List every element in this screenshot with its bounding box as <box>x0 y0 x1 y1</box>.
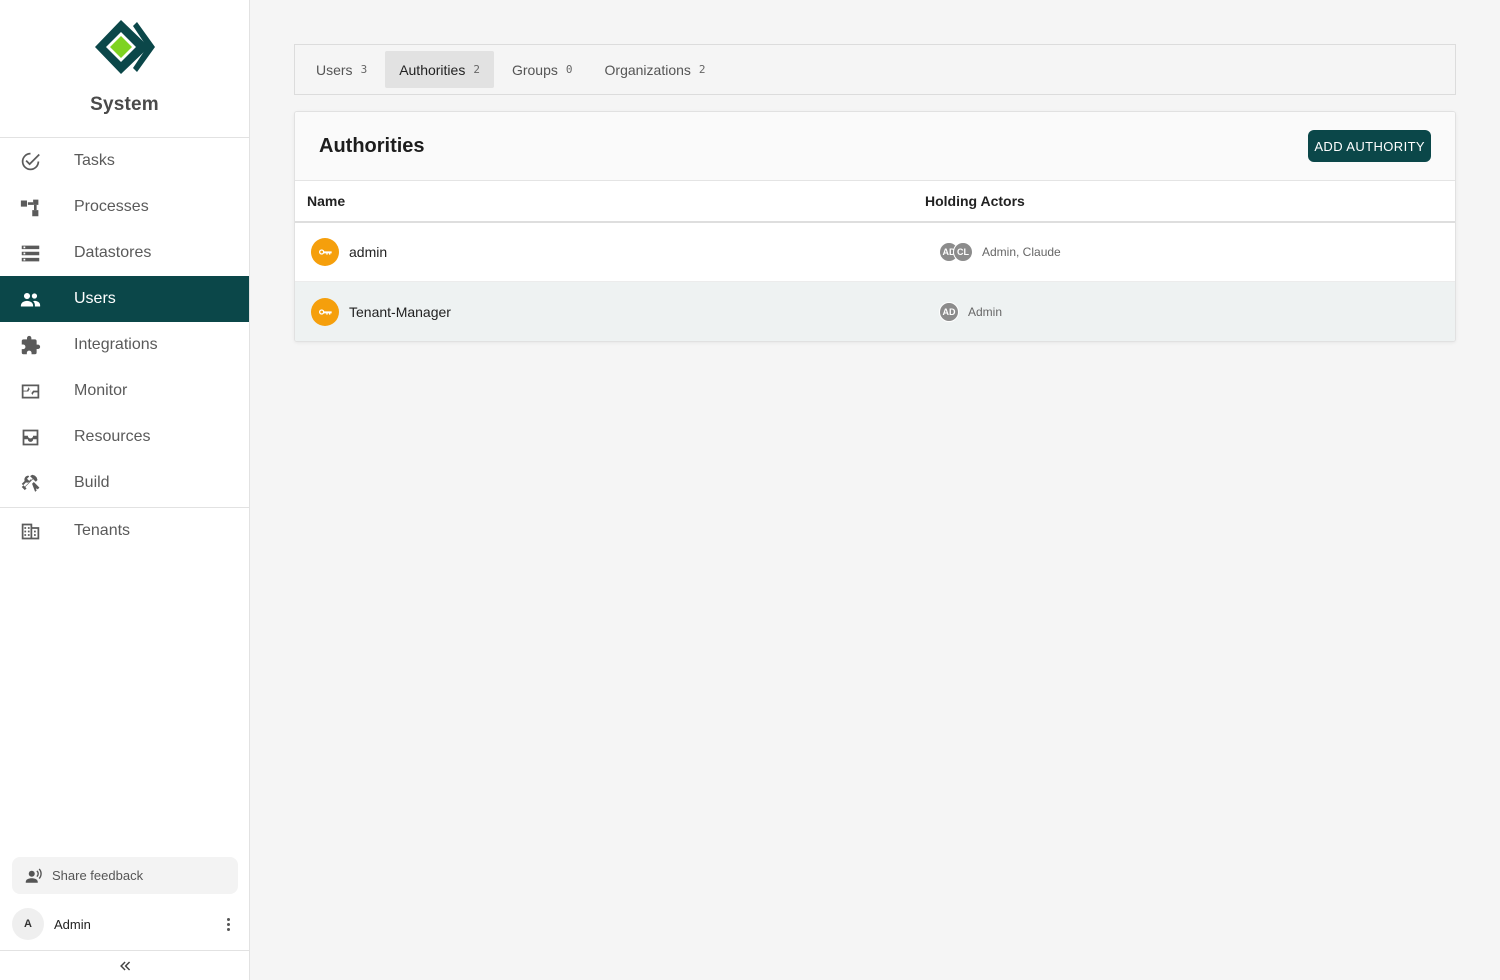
process-flow-icon <box>0 197 74 218</box>
app-title: System <box>90 94 159 115</box>
table-header: Name Holding Actors <box>295 181 1455 223</box>
avatar: AD <box>939 301 959 322</box>
tab-label: Organizations <box>604 61 691 78</box>
authority-name: Tenant-Manager <box>349 303 451 320</box>
tab-authorities[interactable]: Authorities 2 <box>385 51 494 88</box>
tab-label: Groups <box>511 61 558 78</box>
sidebar: System Tasks Processes Datastores Users <box>0 0 250 980</box>
tab-users[interactable]: Users 3 <box>302 51 381 88</box>
holding-actors-text: Admin, Claude <box>982 245 1061 259</box>
tab-organizations[interactable]: Organizations 2 <box>591 51 720 88</box>
sidebar-item-label: Processes <box>74 198 149 215</box>
tab-bar: Users 3 Authorities 2 Groups 0 Organizat… <box>294 44 1456 95</box>
tools-icon <box>0 473 74 494</box>
share-feedback-button[interactable]: Share feedback <box>12 857 238 894</box>
sidebar-item-label: Build <box>74 474 110 491</box>
tab-count: 3 <box>360 63 368 76</box>
sidebar-nav-secondary: Tenants <box>0 508 249 554</box>
users-icon <box>0 289 74 310</box>
table-row[interactable]: Tenant-Manager AD Admin <box>295 282 1455 341</box>
sidebar-item-label: Datastores <box>74 244 152 261</box>
sidebar-item-label: Tasks <box>74 152 115 169</box>
feedback-voice-icon <box>25 868 42 883</box>
table-row[interactable]: admin AD CL Admin, Claude <box>295 223 1455 282</box>
sidebar-item-tasks[interactable]: Tasks <box>0 138 249 184</box>
puzzle-icon <box>0 335 74 356</box>
column-header-holding-actors[interactable]: Holding Actors <box>925 193 1455 209</box>
sidebar-item-label: Resources <box>74 428 151 445</box>
brand: System <box>0 0 249 138</box>
monitor-pulse-icon <box>0 381 74 402</box>
tab-label: Authorities <box>399 61 466 78</box>
sidebar-item-resources[interactable]: Resources <box>0 414 249 460</box>
panel-title: Authorities <box>319 134 425 157</box>
sidebar-item-monitor[interactable]: Monitor <box>0 368 249 414</box>
inbox-tray-icon <box>0 427 74 448</box>
check-circle-icon <box>0 151 74 172</box>
column-header-name[interactable]: Name <box>295 193 925 209</box>
authority-name: admin <box>349 244 388 260</box>
share-feedback-label: Share feedback <box>52 868 144 883</box>
authorities-panel: Authorities ADD AUTHORITY Name Holding A… <box>294 111 1456 342</box>
key-icon <box>311 238 339 266</box>
current-user: A Admin <box>12 906 238 942</box>
sidebar-item-datastores[interactable]: Datastores <box>0 230 249 276</box>
user-name: Admin <box>54 916 91 932</box>
sidebar-item-label: Tenants <box>74 522 131 539</box>
building-icon <box>0 521 74 542</box>
tab-label: Users <box>316 61 353 78</box>
sidebar-item-users[interactable]: Users <box>0 276 249 322</box>
tab-count: 2 <box>473 63 480 76</box>
app-logo-icon[interactable] <box>93 18 157 76</box>
double-chevron-left-icon <box>120 961 131 970</box>
panel-header: Authorities ADD AUTHORITY <box>295 112 1455 181</box>
tab-groups[interactable]: Groups 0 <box>498 51 587 88</box>
avatar[interactable]: A <box>12 908 44 940</box>
sidebar-item-label: Monitor <box>74 382 128 399</box>
sidebar-item-label: Integrations <box>74 336 158 353</box>
tab-count: 0 <box>565 63 573 76</box>
more-vert-icon[interactable] <box>218 912 238 936</box>
sidebar-item-integrations[interactable]: Integrations <box>0 322 249 368</box>
holding-actors-text: Admin <box>968 304 1003 319</box>
sidebar-item-tenants[interactable]: Tenants <box>0 508 249 554</box>
sidebar-item-build[interactable]: Build <box>0 460 249 506</box>
sidebar-nav: Tasks Processes Datastores Users Integra… <box>0 138 249 506</box>
tab-count: 2 <box>698 63 706 76</box>
collapse-sidebar-button[interactable] <box>0 950 250 980</box>
add-authority-button[interactable]: ADD AUTHORITY <box>1308 130 1431 162</box>
key-icon <box>311 297 339 326</box>
sidebar-item-processes[interactable]: Processes <box>0 184 249 230</box>
database-list-icon <box>0 243 74 264</box>
sidebar-item-label: Users <box>74 290 116 307</box>
avatar: CL <box>953 242 973 262</box>
